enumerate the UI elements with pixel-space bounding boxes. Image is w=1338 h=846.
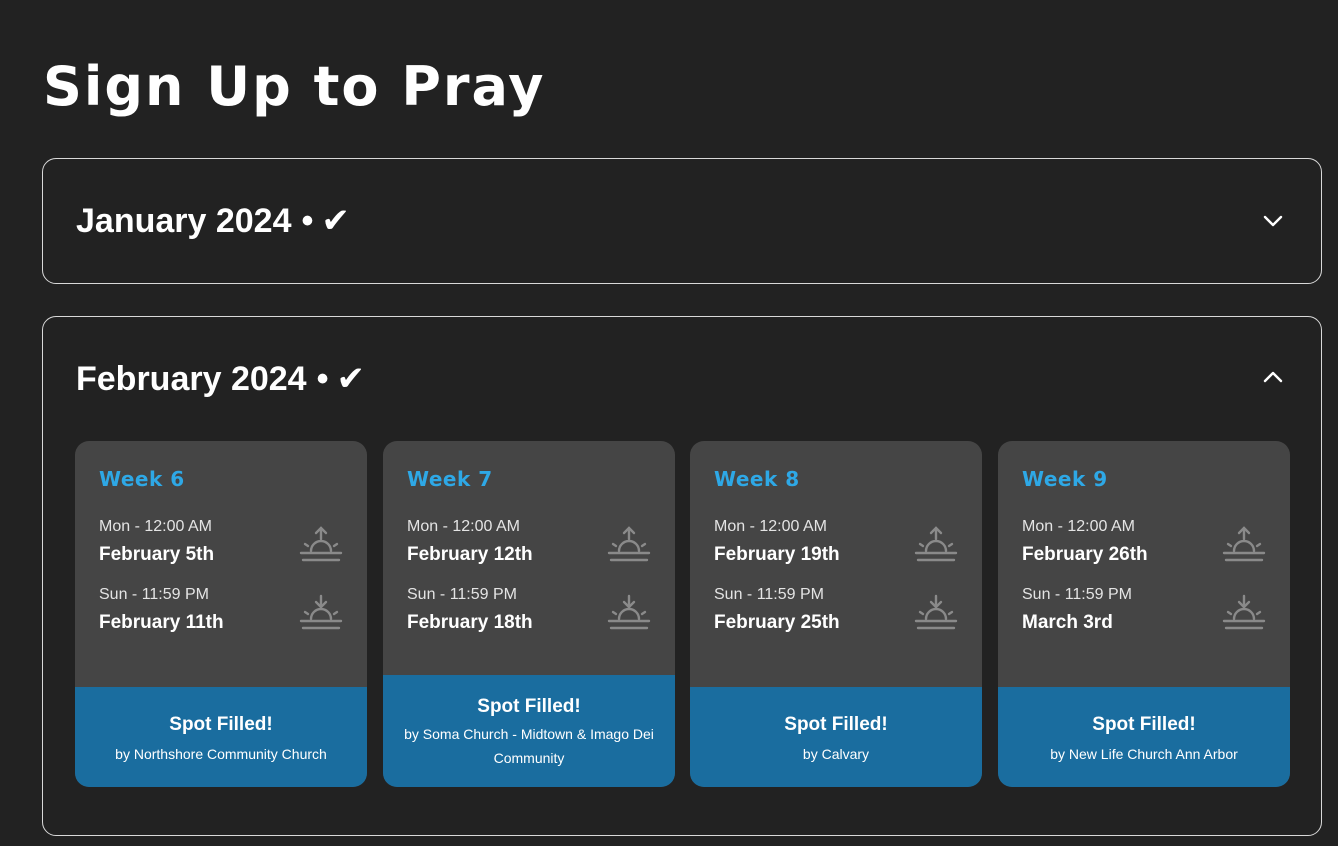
chevron-down-icon[interactable]	[1261, 211, 1285, 231]
end-date: March 3rd	[1022, 612, 1113, 633]
month-title: February 2024 • ✔	[76, 359, 365, 399]
start-time: Mon - 12:00 AM	[99, 518, 212, 535]
week-label: Week 9	[1022, 467, 1108, 491]
month-accordion-header[interactable]: February 2024 • ✔	[43, 317, 1321, 441]
start-date: February 19th	[714, 544, 840, 565]
start-time: Mon - 12:00 AM	[407, 518, 520, 535]
start-date: February 12th	[407, 544, 533, 565]
week-card: Week 8 Mon - 12:00 AM February 19th Sun …	[690, 441, 982, 787]
end-slot: Sun - 11:59 PM February 25th	[714, 585, 958, 641]
page-title: Sign Up to Pray	[43, 55, 546, 118]
separator-dot: •	[301, 202, 314, 240]
start-slot: Mon - 12:00 AM February 26th	[1022, 517, 1266, 573]
week-card: Week 6 Mon - 12:00 AM February 5th Sun -…	[75, 441, 367, 787]
start-date: February 5th	[99, 544, 215, 565]
week-label: Week 7	[407, 467, 493, 491]
spot-filled-banner: Spot Filled! by Soma Church - Midtown & …	[383, 675, 675, 787]
start-time: Mon - 12:00 AM	[1022, 518, 1135, 535]
spot-filled-title: Spot Filled!	[1092, 714, 1196, 735]
sunrise-icon	[607, 526, 651, 562]
filled-by-text: by Soma Church - Midtown & Imago Dei Com…	[404, 726, 654, 766]
start-date: February 26th	[1022, 544, 1148, 565]
filled-by-text: by Calvary	[802, 746, 870, 762]
check-icon: ✔	[336, 360, 366, 398]
page: Sign Up to Pray January 2024 • ✔ February …	[0, 0, 1338, 846]
week-label: Week 6	[99, 467, 185, 491]
sunrise-icon	[1222, 526, 1266, 562]
start-slot: Mon - 12:00 AM February 19th	[714, 517, 958, 573]
month-label: February 2024	[76, 360, 307, 398]
spot-filled-title: Spot Filled!	[169, 714, 273, 735]
end-time: Sun - 11:59 PM	[1022, 586, 1132, 603]
week-card-list: Week 6 Mon - 12:00 AM February 5th Sun -…	[75, 441, 1290, 787]
month-title: January 2024 • ✔	[76, 201, 350, 241]
sunset-icon	[914, 594, 958, 630]
spot-filled-title: Spot Filled!	[784, 714, 888, 735]
filled-by-text: by New Life Church Ann Arbor	[1050, 746, 1238, 762]
start-slot: Mon - 12:00 AM February 12th	[407, 517, 651, 573]
sunset-icon	[1222, 594, 1266, 630]
check-icon: ✔	[321, 202, 350, 240]
sunset-icon	[607, 594, 651, 630]
end-date: February 11th	[99, 612, 224, 633]
start-time: Mon - 12:00 AM	[714, 518, 827, 535]
sunrise-icon	[914, 526, 958, 562]
end-date: February 18th	[407, 612, 533, 633]
week-card: Week 7 Mon - 12:00 AM February 12th Sun …	[383, 441, 675, 787]
end-slot: Sun - 11:59 PM February 18th	[407, 585, 651, 641]
month-accordion-header[interactable]: January 2024 • ✔	[43, 159, 1321, 283]
spot-filled-banner: Spot Filled! by Calvary	[690, 687, 982, 787]
sunrise-icon	[299, 526, 343, 562]
week-label: Week 8	[714, 467, 800, 491]
sunset-icon	[299, 594, 343, 630]
month-accordion-january: January 2024 • ✔	[42, 158, 1322, 284]
end-time: Sun - 11:59 PM	[99, 586, 209, 603]
spot-filled-banner: Spot Filled! by New Life Church Ann Arbo…	[998, 687, 1290, 787]
start-slot: Mon - 12:00 AM February 5th	[99, 517, 343, 573]
month-accordion-february: February 2024 • ✔ Week 6 Mon - 12:00 AM Fe…	[42, 316, 1322, 836]
spot-filled-title: Spot Filled!	[477, 696, 581, 717]
end-slot: Sun - 11:59 PM February 11th	[99, 585, 343, 641]
end-date: February 25th	[714, 612, 840, 633]
end-slot: Sun - 11:59 PM March 3rd	[1022, 585, 1266, 641]
separator-dot: •	[316, 360, 329, 398]
end-time: Sun - 11:59 PM	[407, 586, 517, 603]
spot-filled-banner: Spot Filled! by Northshore Community Chu…	[75, 687, 367, 787]
chevron-up-icon[interactable]	[1261, 367, 1285, 387]
month-label: January 2024	[76, 202, 292, 240]
filled-by-text: by Northshore Community Church	[115, 746, 327, 762]
week-card: Week 9 Mon - 12:00 AM February 26th Sun …	[998, 441, 1290, 787]
end-time: Sun - 11:59 PM	[714, 586, 824, 603]
